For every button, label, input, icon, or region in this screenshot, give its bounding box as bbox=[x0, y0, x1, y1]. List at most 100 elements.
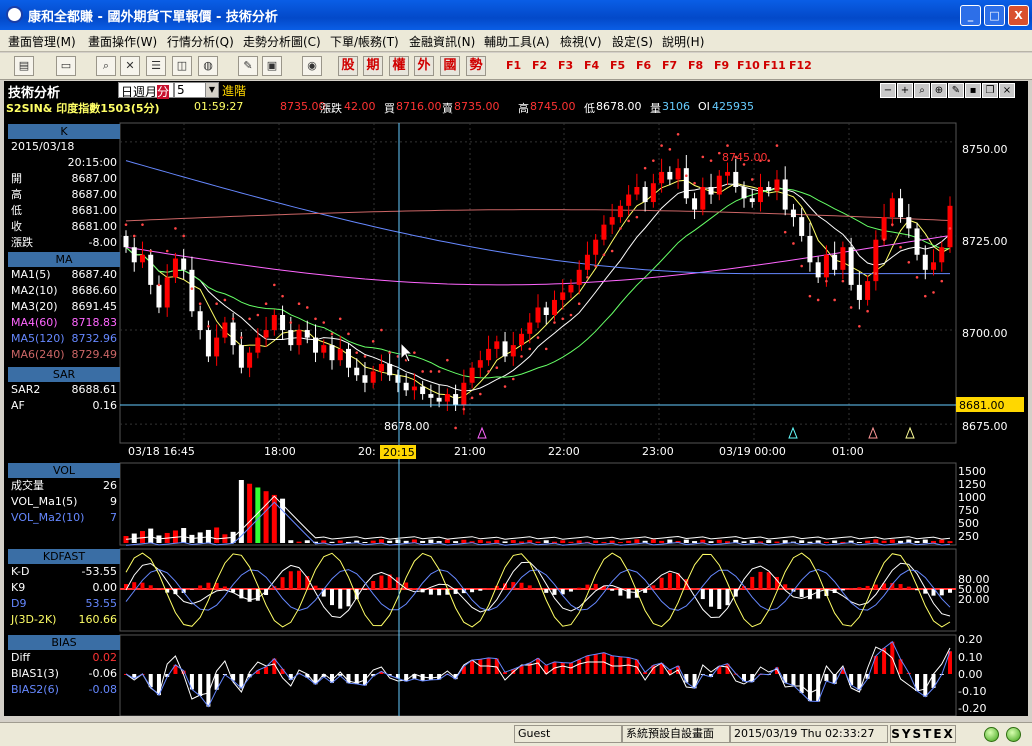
f5-key[interactable]: F5 bbox=[610, 59, 625, 72]
sar-dot bbox=[899, 245, 902, 249]
candle-down bbox=[123, 235, 129, 248]
candle-up bbox=[527, 322, 533, 334]
advanced-link[interactable]: 進階 bbox=[222, 82, 246, 99]
restore-icon[interactable]: ❐ bbox=[982, 83, 998, 98]
f10-key[interactable]: F10 bbox=[737, 59, 760, 72]
sar-dot bbox=[915, 276, 919, 279]
menu-quote-analysis[interactable]: 行情分析(Q) bbox=[167, 33, 234, 50]
stock-button[interactable]: 股 bbox=[338, 56, 358, 76]
bias-tick: 0.00 bbox=[958, 668, 983, 681]
menu-screen-ops[interactable]: 畫面操作(W) bbox=[88, 33, 157, 50]
menu-order-account[interactable]: 下單/帳務(T) bbox=[330, 33, 399, 50]
quote-bar: S2SIN& 印度指數1503(5分) 01:59:27 8735.00 漲跌 … bbox=[4, 99, 1028, 115]
f7-key[interactable]: F7 bbox=[662, 59, 677, 72]
chart-icon[interactable]: ◫ bbox=[172, 56, 192, 76]
save-icon[interactable]: ▪ bbox=[965, 83, 981, 98]
sar-dot bbox=[816, 298, 820, 302]
sar-dot bbox=[314, 317, 317, 321]
volume-bar bbox=[288, 540, 294, 543]
kd-bar bbox=[288, 571, 293, 589]
maximize-button[interactable]: □ bbox=[984, 5, 1005, 26]
sar-dot bbox=[874, 272, 878, 275]
status-datetime: 2015/03/19 Thu 02:33:27 bbox=[730, 725, 888, 743]
layout-icon[interactable]: ▤ bbox=[14, 56, 34, 76]
ma-panel-title: MA bbox=[8, 252, 120, 267]
bias-bar bbox=[807, 674, 812, 702]
globe-icon[interactable]: ◍ bbox=[198, 56, 218, 76]
f11-key[interactable]: F11 bbox=[763, 59, 786, 72]
sar-dot bbox=[479, 392, 482, 396]
options-button[interactable]: 權 bbox=[389, 56, 409, 76]
menu-help[interactable]: 說明(H) bbox=[662, 33, 704, 50]
zoom-out-icon[interactable]: − bbox=[880, 83, 896, 98]
volume-bar bbox=[617, 542, 623, 543]
window-icon[interactable]: ▣ bbox=[262, 56, 282, 76]
volume-bar bbox=[823, 541, 829, 543]
f1-key[interactable]: F1 bbox=[506, 59, 521, 72]
interval-select[interactable]: 5 ▼ bbox=[174, 82, 219, 98]
period-day[interactable]: 日 bbox=[121, 85, 133, 99]
candle-down bbox=[148, 254, 154, 285]
menu-financial-info[interactable]: 金融資訊(N) bbox=[409, 33, 475, 50]
close-button[interactable]: X bbox=[1008, 5, 1029, 26]
kd-bar bbox=[470, 589, 475, 593]
zoom-in-icon[interactable]: + bbox=[897, 83, 913, 98]
close-chart-icon[interactable]: × bbox=[999, 83, 1015, 98]
foreign-button[interactable]: 外 bbox=[414, 56, 434, 76]
f6-key[interactable]: F6 bbox=[636, 59, 651, 72]
oi-label: OI bbox=[698, 100, 710, 113]
monitor-icon[interactable]: ▭ bbox=[56, 56, 76, 76]
minimize-button[interactable]: _ bbox=[960, 5, 981, 26]
kd-bar bbox=[371, 581, 376, 589]
kd-bar bbox=[379, 575, 384, 589]
period-month[interactable]: 月 bbox=[145, 85, 157, 99]
f9-key[interactable]: F9 bbox=[714, 59, 729, 72]
kd-bar bbox=[865, 585, 870, 589]
f3-key[interactable]: F3 bbox=[558, 59, 573, 72]
f12-key[interactable]: F12 bbox=[789, 59, 812, 72]
candle-down bbox=[807, 235, 813, 263]
candle-up bbox=[519, 333, 525, 346]
candle-up bbox=[568, 284, 574, 293]
futures-button[interactable]: 期 bbox=[363, 56, 383, 76]
chart-canvas[interactable]: 8750.00 8725.00 8700.00 8675.00 8681.00 … bbox=[4, 115, 1028, 716]
menu-trend-chart[interactable]: 走勢分析圖(C) bbox=[243, 33, 321, 50]
intl-button[interactable]: 國 bbox=[440, 56, 460, 76]
period-week[interactable]: 週 bbox=[133, 85, 145, 99]
menu-screen-manage[interactable]: 畫面管理(M) bbox=[8, 33, 76, 50]
search-zoom-icon[interactable]: ⌕ bbox=[914, 83, 930, 98]
trend-button[interactable]: 勢 bbox=[466, 56, 486, 76]
chevron-down-icon[interactable]: ▼ bbox=[205, 83, 218, 97]
volume-bar bbox=[922, 539, 928, 543]
volume-bar bbox=[865, 540, 871, 543]
f4-key[interactable]: F4 bbox=[584, 59, 599, 72]
chart-area[interactable]: 8750.00 8725.00 8700.00 8675.00 8681.00 … bbox=[4, 115, 1028, 716]
f8-key[interactable]: F8 bbox=[688, 59, 703, 72]
period-minute[interactable]: 分 bbox=[157, 85, 170, 99]
magnify-icon[interactable]: ⊕ bbox=[931, 83, 947, 98]
cancel-icon[interactable]: ✕ bbox=[120, 56, 140, 76]
menu-view[interactable]: 檢視(V) bbox=[560, 33, 602, 50]
k-close-label: 收 bbox=[11, 220, 22, 233]
ma5-label: MA5(120) bbox=[11, 332, 65, 345]
search-icon[interactable]: ⌕ bbox=[96, 56, 116, 76]
brand-logo-icon[interactable]: ◉ bbox=[302, 56, 322, 76]
menu-tools[interactable]: 輔助工具(A) bbox=[484, 33, 550, 50]
volume-bar bbox=[263, 491, 269, 543]
kd-bar bbox=[709, 589, 714, 607]
table-icon[interactable]: ☰ bbox=[146, 56, 166, 76]
candle-down bbox=[189, 269, 195, 312]
sar-dot bbox=[165, 249, 169, 253]
edit-icon[interactable]: ✎ bbox=[238, 56, 258, 76]
menu-settings[interactable]: 設定(S) bbox=[612, 33, 653, 50]
sar-dot bbox=[338, 317, 342, 321]
f2-key[interactable]: F2 bbox=[532, 59, 547, 72]
period-selector[interactable]: 日週月分 bbox=[118, 82, 174, 99]
bias-diff-label: Diff bbox=[11, 651, 31, 664]
kd-bar bbox=[807, 589, 812, 600]
sar-dot bbox=[388, 351, 391, 354]
volume-bar bbox=[337, 540, 343, 543]
draw-tool-icon[interactable]: ✎ bbox=[948, 83, 964, 98]
candle-up bbox=[609, 217, 615, 225]
bias-diff-value: 0.02 bbox=[92, 651, 118, 664]
